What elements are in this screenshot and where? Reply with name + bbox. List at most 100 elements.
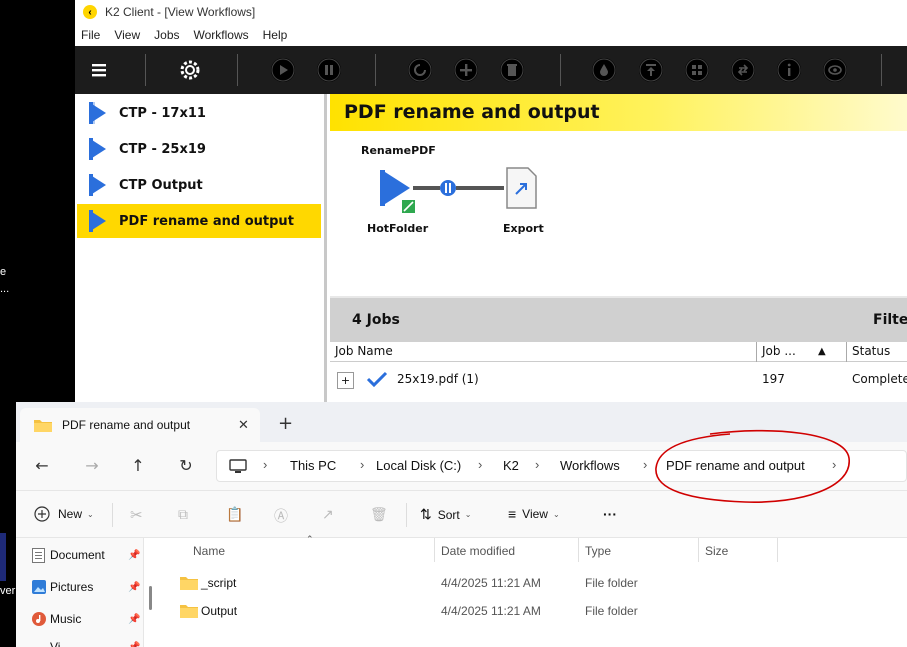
menu-jobs[interactable]: Jobs	[154, 28, 179, 42]
chevron-right-icon[interactable]: ›	[478, 457, 482, 472]
nav-item-label: Pictures	[50, 580, 94, 594]
share-icon[interactable]: ↗	[322, 506, 334, 523]
view-button-label: View	[522, 507, 548, 521]
column-divider[interactable]	[698, 538, 699, 562]
folder-icon	[34, 420, 52, 432]
hamburger-menu-icon[interactable]	[87, 58, 111, 82]
nav-item-pictures[interactable]: Pictures	[32, 580, 94, 594]
breadcrumb-local-disk[interactable]: Local Disk (C:)	[376, 458, 461, 473]
pause-icon[interactable]	[317, 58, 341, 82]
delete-icon[interactable]: 🗑	[370, 506, 388, 523]
command-divider	[112, 503, 113, 527]
workflow-item-ctp-17x11[interactable]: CTP - 17x11	[77, 96, 321, 130]
col-size[interactable]: Size	[705, 544, 728, 558]
hotfolder-node-icon[interactable]	[385, 172, 410, 204]
nav-pane-scrollbar[interactable]	[149, 586, 152, 610]
chevron-right-icon[interactable]: ›	[535, 457, 539, 472]
swap-icon[interactable]	[731, 58, 755, 82]
upload-icon[interactable]	[639, 58, 663, 82]
toolbar-divider	[881, 54, 882, 86]
file-name: _script	[201, 576, 237, 590]
job-number: 197	[762, 372, 785, 386]
workflow-item-ctp-output[interactable]: CTP Output	[77, 168, 321, 202]
k2-toolbar	[75, 46, 907, 94]
flow-connector	[413, 186, 440, 190]
workflow-item-pdf-rename-and-output[interactable]: PDF rename and output	[77, 204, 321, 238]
sort-indicator-icon: ⌃	[306, 534, 314, 544]
jobs-filter-button[interactable]: Filter	[873, 312, 907, 328]
more-options-icon[interactable]: ···	[603, 506, 617, 522]
copy-icon[interactable]: ⧉	[178, 506, 188, 523]
workflow-item-label: CTP - 17x11	[119, 105, 206, 121]
music-icon	[32, 612, 46, 626]
navigation-pane: Document 📌 Pictures 📌 Music 📌 Vi 📌	[16, 538, 144, 647]
workflow-item-ctp-25x19[interactable]: CTP - 25x19	[77, 132, 321, 166]
new-tab-icon[interactable]: +	[278, 413, 293, 434]
refresh-icon[interactable]	[408, 58, 432, 82]
nav-item-music[interactable]: Music	[32, 612, 82, 626]
explorer-tab[interactable]: PDF rename and output ✕	[20, 408, 260, 442]
nav-item-label: Music	[50, 612, 82, 626]
breadcrumb-this-pc[interactable]: This PC	[290, 458, 336, 473]
column-divider[interactable]	[846, 342, 847, 362]
info-icon[interactable]	[777, 58, 801, 82]
view-eye-icon[interactable]	[823, 58, 847, 82]
chevron-right-icon[interactable]: ›	[360, 457, 364, 472]
trash-icon[interactable]	[500, 58, 524, 82]
column-divider[interactable]	[434, 538, 435, 562]
nav-item-label: Vi	[50, 640, 61, 647]
chevron-right-icon[interactable]: ›	[263, 457, 267, 472]
back-arrow-icon[interactable]: ←	[32, 456, 52, 476]
breadcrumb-k2[interactable]: K2	[503, 458, 519, 473]
col-status[interactable]: Status	[852, 344, 890, 358]
drop-icon[interactable]	[592, 58, 616, 82]
nav-item-videos[interactable]: Vi	[50, 640, 60, 647]
col-job-name[interactable]: Job Name	[335, 344, 393, 358]
forward-arrow-icon[interactable]: →	[82, 456, 102, 476]
sort-ascending-icon: ▲	[818, 346, 826, 357]
menu-file[interactable]: File	[81, 28, 100, 42]
table-row[interactable]: + 25x19.pdf (1) 197 Complete	[330, 366, 907, 392]
menu-workflows[interactable]: Workflows	[194, 28, 249, 42]
chevron-down-icon: ⌄	[87, 509, 94, 519]
play-icon[interactable]	[271, 58, 295, 82]
col-name[interactable]: Name	[193, 544, 225, 558]
file-name: Output	[201, 604, 238, 618]
grid-icon[interactable]	[685, 58, 709, 82]
breadcrumb-workflows[interactable]: Workflows	[560, 458, 620, 473]
workflow-play-icon	[89, 138, 106, 160]
pause-node-icon[interactable]	[440, 180, 456, 196]
menu-view[interactable]: View	[114, 28, 140, 42]
workflow-list: CTP - 17x11 CTP - 25x19 CTP Output PDF r…	[75, 94, 327, 405]
column-divider[interactable]	[578, 538, 579, 562]
desktop-shortcut-icon[interactable]	[0, 533, 6, 581]
k2-logo-icon: ‹	[83, 5, 97, 19]
file-row[interactable]: Output 4/4/2025 11:21 AM File folder	[160, 598, 907, 624]
up-arrow-icon[interactable]: ↑	[128, 456, 148, 476]
view-button[interactable]: ≡ View ⌄	[508, 506, 560, 522]
refresh-icon[interactable]: ↻	[176, 456, 196, 476]
sort-icon: ⇅	[420, 506, 432, 522]
new-button[interactable]: New ⌄	[34, 506, 94, 522]
file-date-modified: 4/4/2025 11:21 AM	[441, 604, 541, 618]
workflow-item-label: PDF rename and output	[119, 213, 294, 229]
col-job-number[interactable]: Job ...	[762, 344, 796, 358]
paste-icon[interactable]: 📋	[226, 506, 243, 523]
rename-icon[interactable]: Ⓐ	[274, 506, 288, 526]
col-type[interactable]: Type	[585, 544, 611, 558]
column-divider[interactable]	[777, 538, 778, 562]
nav-item-documents[interactable]: Document	[32, 548, 105, 563]
sort-button[interactable]: ⇅ Sort ⌄	[420, 506, 471, 523]
column-divider[interactable]	[756, 342, 757, 362]
settings-gear-icon[interactable]	[178, 58, 202, 82]
chevron-right-icon[interactable]: ›	[643, 457, 647, 472]
menu-help[interactable]: Help	[263, 28, 288, 42]
cut-icon[interactable]: ✂	[130, 506, 143, 524]
col-date-modified[interactable]: Date modified	[441, 544, 515, 558]
file-row[interactable]: _script 4/4/2025 11:21 AM File folder	[160, 570, 907, 596]
add-icon[interactable]	[454, 58, 478, 82]
expand-button[interactable]: +	[337, 372, 354, 389]
workflow-item-label: CTP - 25x19	[119, 141, 206, 157]
workflow-play-icon	[89, 210, 106, 232]
close-tab-icon[interactable]: ✕	[238, 417, 249, 433]
